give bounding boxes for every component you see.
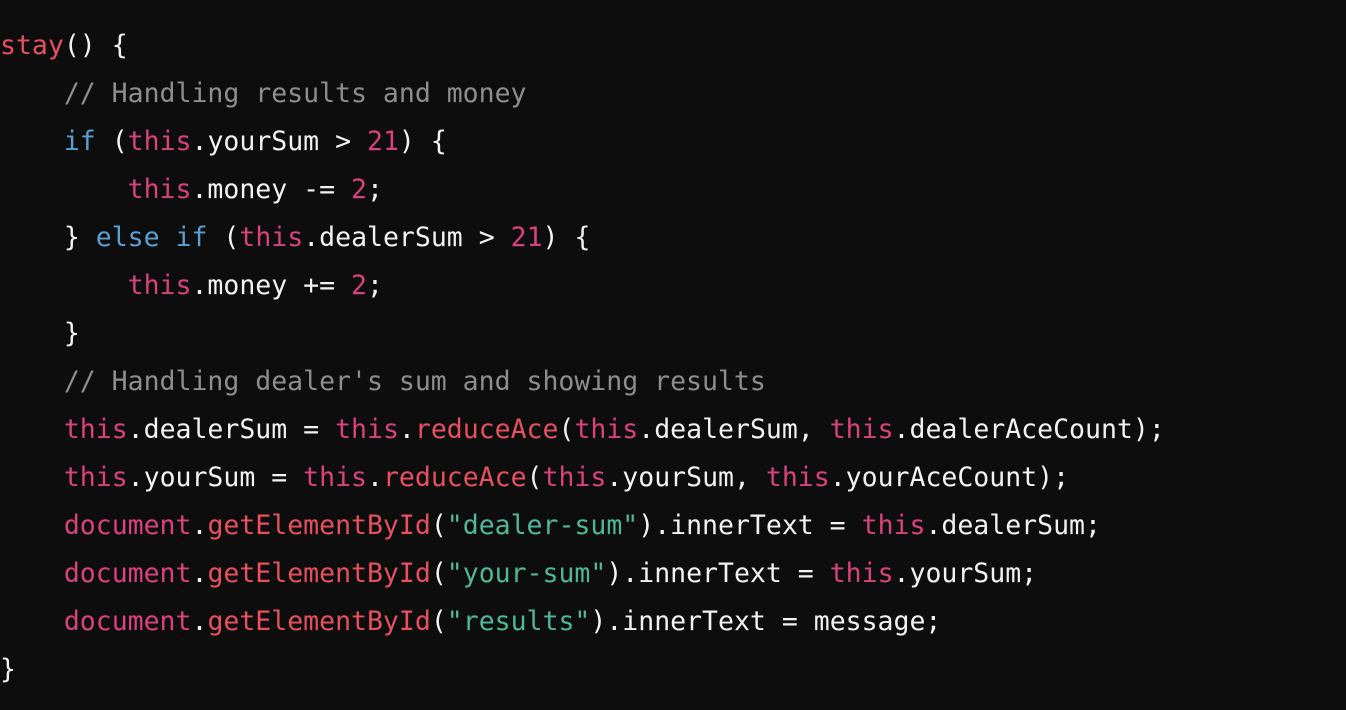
- code-token-default: [0, 174, 128, 205]
- code-line: }: [0, 310, 1346, 358]
- code-token-keyword: else: [95, 222, 160, 253]
- code-token-func: getElementById: [207, 558, 431, 589]
- code-line: stay() {: [0, 22, 1346, 70]
- code-token-default: .: [398, 414, 415, 445]
- code-token-default: .money +=: [191, 270, 352, 301]
- code-token-default: [0, 510, 64, 541]
- code-line: if (this.yourSum > 21) {: [0, 118, 1346, 166]
- code-token-default: (: [558, 414, 575, 445]
- code-line: } else if (this.dealerSum > 21) {: [0, 214, 1346, 262]
- code-token-comment: // Handling dealer's sum and showing res…: [0, 366, 766, 397]
- code-token-default: .: [191, 510, 208, 541]
- code-token-this: this: [861, 510, 926, 541]
- code-token-func: stay: [0, 30, 64, 61]
- code-line: document.getElementById("results").inner…: [0, 598, 1346, 646]
- code-token-this: this: [829, 558, 894, 589]
- code-token-this: this: [542, 462, 607, 493]
- code-token-string: "dealer-sum": [446, 510, 639, 541]
- code-token-func: getElementById: [207, 510, 431, 541]
- code-line: this.dealerSum = this.reduceAce(this.dea…: [0, 406, 1346, 454]
- code-token-default: ;: [366, 174, 383, 205]
- code-token-default: .: [366, 462, 383, 493]
- code-token-default: ).innerText = message;: [590, 606, 942, 637]
- code-token-this: this: [335, 414, 399, 445]
- code-token-default: ;: [366, 270, 383, 301]
- code-line: // Handling dealer's sum and showing res…: [0, 358, 1346, 406]
- code-token-default: .money -=: [191, 174, 352, 205]
- code-token-this: this: [63, 462, 128, 493]
- code-token-default: (: [430, 510, 447, 541]
- code-token-default: .dealerSum >: [303, 222, 511, 253]
- code-token-this: this: [63, 414, 128, 445]
- code-token-default: }: [0, 318, 80, 349]
- code-token-object: document: [63, 510, 192, 541]
- code-token-default: (: [526, 462, 543, 493]
- code-token-default: () {: [63, 30, 128, 61]
- code-token-default: .dealerAceCount);: [893, 414, 1165, 445]
- code-token-default: ) {: [398, 126, 447, 157]
- code-token-string: "results": [446, 606, 591, 637]
- code-token-default: .dealerSum;: [925, 510, 1101, 541]
- code-token-default: ).innerText =: [606, 558, 830, 589]
- code-line: this.money -= 2;: [0, 166, 1346, 214]
- code-lines: stay() { // Handling results and money i…: [0, 22, 1346, 694]
- code-token-default: (: [207, 222, 240, 253]
- code-token-this: this: [127, 126, 192, 157]
- code-token-default: (: [95, 126, 128, 157]
- code-token-default: .dealerSum,: [638, 414, 830, 445]
- code-token-default: [0, 270, 128, 301]
- code-token-default: .: [191, 558, 208, 589]
- code-token-default: .yourSum =: [127, 462, 304, 493]
- code-token-this: this: [765, 462, 830, 493]
- code-block: stay() { // Handling results and money i…: [0, 0, 1346, 710]
- code-token-func: getElementById: [207, 606, 431, 637]
- code-token-default: (: [430, 606, 447, 637]
- code-token-default: .: [191, 606, 208, 637]
- code-token-this: this: [574, 414, 639, 445]
- code-token-object: document: [63, 558, 192, 589]
- code-token-object: document: [63, 606, 192, 637]
- code-token-default: .yourSum >: [191, 126, 367, 157]
- code-token-default: .yourAceCount);: [829, 462, 1070, 493]
- code-token-number: 21: [367, 126, 399, 157]
- code-token-default: [0, 414, 64, 445]
- code-token-number: 2: [351, 174, 367, 205]
- code-line: this.money += 2;: [0, 262, 1346, 310]
- code-token-func: reduceAce: [382, 462, 527, 493]
- code-token-default: .yourSum;: [893, 558, 1038, 589]
- code-token-comment: // Handling results and money: [0, 78, 527, 109]
- code-token-default: ).innerText =: [638, 510, 862, 541]
- code-token-keyword: if: [63, 126, 96, 157]
- code-token-default: .dealerSum =: [127, 414, 336, 445]
- code-token-default: .yourSum,: [606, 462, 766, 493]
- code-token-default: [0, 606, 64, 637]
- code-token-this: this: [239, 222, 304, 253]
- code-line: // Handling results and money: [0, 70, 1346, 118]
- code-line: this.yourSum = this.reduceAce(this.yourS…: [0, 454, 1346, 502]
- code-line: document.getElementById("dealer-sum").in…: [0, 502, 1346, 550]
- code-token-default: [0, 462, 64, 493]
- code-token-this: this: [829, 414, 894, 445]
- code-token-keyword: if: [175, 222, 208, 253]
- code-token-this: this: [127, 174, 192, 205]
- code-token-default: [0, 558, 64, 589]
- code-token-default: [160, 222, 176, 253]
- code-line: }: [0, 646, 1346, 694]
- code-token-number: 2: [351, 270, 367, 301]
- code-token-default: ) {: [542, 222, 591, 253]
- code-token-this: this: [127, 270, 192, 301]
- code-token-default: }: [0, 654, 16, 685]
- code-token-default: }: [0, 222, 96, 253]
- code-token-default: (: [430, 558, 447, 589]
- code-token-this: this: [303, 462, 367, 493]
- code-token-number: 21: [510, 222, 543, 253]
- code-token-string: "your-sum": [446, 558, 607, 589]
- code-token-func: reduceAce: [414, 414, 559, 445]
- code-token-default: [0, 126, 64, 157]
- code-line: document.getElementById("your-sum").inne…: [0, 550, 1346, 598]
